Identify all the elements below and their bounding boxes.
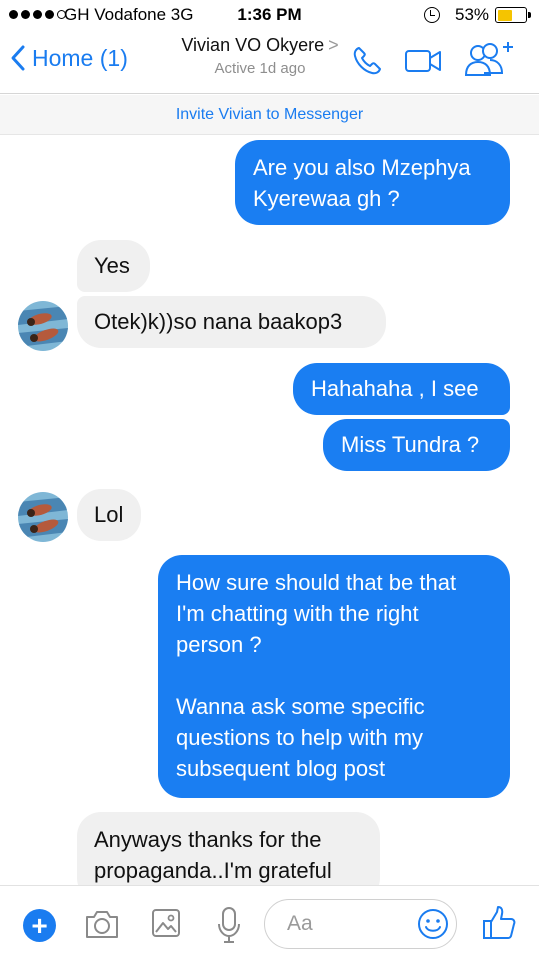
message-line: Otek)k))so nana baakop3	[94, 309, 343, 334]
invite-to-messenger-link[interactable]: Invite Vivian to Messenger	[0, 95, 539, 135]
chevron-right-icon: >	[328, 35, 339, 55]
message-line: How sure should that be that	[176, 570, 457, 595]
message-line: person ?	[176, 632, 262, 657]
message-line: Yes	[94, 253, 130, 278]
message-line: Kyerewaa gh ?	[253, 186, 400, 211]
battery-icon	[495, 7, 531, 23]
message-sent[interactable]: Hahahaha , I see	[293, 363, 510, 415]
message-line: I'm chatting with the right	[176, 601, 419, 626]
status-bar: GH Vodafone 3G 1:36 PM 53%	[0, 0, 539, 30]
image-icon[interactable]	[151, 908, 181, 938]
rotation-lock-icon	[424, 7, 440, 23]
back-label: Home (1)	[32, 44, 128, 71]
contact-avatar[interactable]	[18, 492, 68, 542]
message-line: Miss Tundra ?	[341, 432, 480, 457]
message-line: Anyways thanks for the	[94, 827, 322, 852]
contact-header[interactable]: Vivian VO Okyere > Active 1d ago	[150, 35, 370, 77]
conversation-header: Home (1) Vivian VO Okyere > Active 1d ago	[0, 30, 539, 94]
message-received[interactable]: Lol	[77, 489, 141, 541]
message-line: Hahahaha , I see	[311, 376, 479, 401]
message-line: Lol	[94, 502, 124, 527]
back-button[interactable]: Home (1)	[10, 44, 128, 72]
microphone-icon[interactable]	[216, 906, 242, 944]
message-line	[176, 660, 492, 691]
contact-avatar[interactable]	[18, 301, 68, 351]
message-composer: + Aa	[0, 885, 539, 960]
camera-icon[interactable]	[84, 908, 120, 940]
thumbs-up-icon[interactable]	[481, 904, 517, 942]
contact-status: Active 1d ago	[214, 60, 306, 77]
phone-call-icon[interactable]	[350, 44, 384, 78]
message-line: subsequent blog post	[176, 756, 386, 781]
message-line: Wanna ask some specific	[176, 694, 425, 719]
message-received[interactable]: Otek)k))so nana baakop3	[77, 296, 386, 348]
plus-icon[interactable]: +	[23, 909, 56, 942]
message-received[interactable]: Yes	[77, 240, 150, 292]
message-input-placeholder: Aa	[287, 912, 313, 935]
message-line: questions to help with my	[176, 725, 424, 750]
message-sent[interactable]: Are you also Mzephya Kyerewaa gh ?	[235, 140, 510, 225]
contact-name: Vivian VO Okyere	[181, 35, 325, 55]
message-line: propaganda..I'm grateful	[94, 858, 332, 883]
battery-percentage: 53%	[455, 5, 490, 24]
chevron-left-icon	[11, 45, 25, 71]
add-people-icon[interactable]	[464, 40, 516, 78]
message-sent[interactable]: Miss Tundra ?	[323, 419, 510, 471]
video-call-icon[interactable]	[404, 48, 444, 74]
message-line: Are you also Mzephya	[253, 155, 471, 180]
message-sent[interactable]: How sure should that be that I'm chattin…	[158, 555, 510, 798]
message-input[interactable]: Aa	[264, 899, 457, 949]
emoji-icon[interactable]	[417, 908, 449, 940]
